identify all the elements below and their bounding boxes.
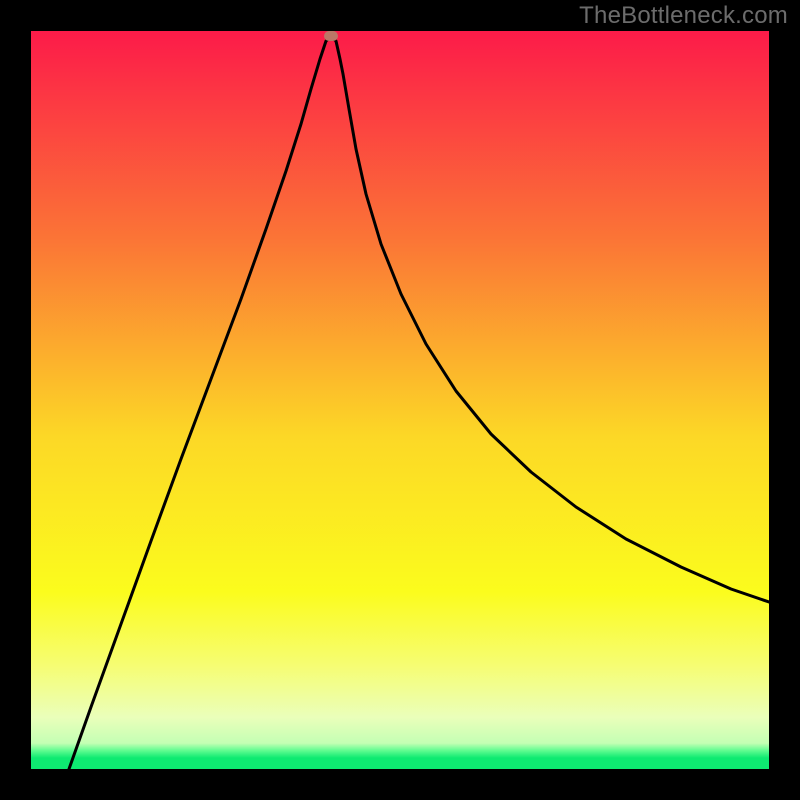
chart-svg — [31, 31, 769, 769]
gradient-background — [31, 31, 769, 769]
plot-area — [31, 31, 769, 769]
chart-frame: TheBottleneck.com — [0, 0, 800, 800]
optimal-point-marker — [324, 31, 338, 41]
watermark-text: TheBottleneck.com — [579, 2, 788, 30]
